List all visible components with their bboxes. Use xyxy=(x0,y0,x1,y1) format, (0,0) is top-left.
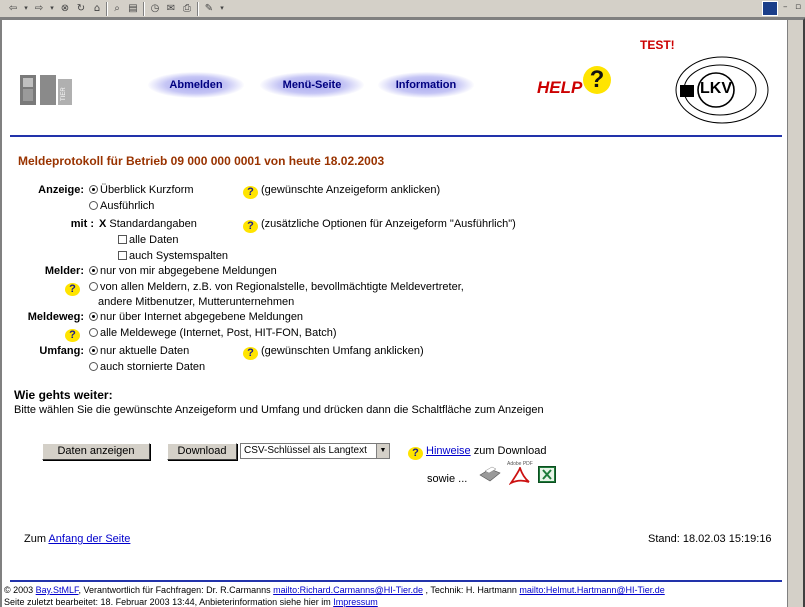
lkv-text: LKV xyxy=(700,80,732,97)
printer-icon[interactable] xyxy=(478,463,502,485)
footer-divider xyxy=(10,580,782,582)
browser-toolbar: ⇦ ▾ ⇨ ▾ ⊗ ↻ ⌂ ⌕ ▤ ◷ ✉ ⎙ ✎ ▾ – ▫ xyxy=(0,0,805,18)
meldeweg-help[interactable]: ? xyxy=(65,327,83,342)
melder-help[interactable]: ? xyxy=(65,281,83,296)
meldeweg-option-alle[interactable]: alle Meldewege (Internet, Post, HIT-FON,… xyxy=(89,327,337,339)
forward-dropdown-icon[interactable]: ▾ xyxy=(48,2,56,15)
scrollbar[interactable] xyxy=(787,20,803,607)
minimize-icon[interactable]: – xyxy=(783,2,788,12)
edit-icon[interactable]: ✎ xyxy=(202,2,216,15)
melder-label: Melder: xyxy=(44,265,84,277)
help-question-icon[interactable]: ? xyxy=(243,186,258,199)
anzeige-hint: ? (gewünschte Anzeigeform anklicken) xyxy=(243,184,440,199)
footer-line-2: Seite zuletzt bearbeitet: 18. Februar 20… xyxy=(4,597,378,607)
refresh-icon[interactable]: ↻ xyxy=(74,2,88,15)
information-button[interactable]: Information xyxy=(378,72,474,98)
daten-anzeigen-button[interactable]: Daten anzeigen xyxy=(42,443,150,460)
mail-carmanns-link[interactable]: mailto:Richard.Carmanns@HI-Tier.de xyxy=(273,585,423,595)
umfang-radio-storniert[interactable] xyxy=(89,362,98,371)
meldeweg-label: Meldeweg: xyxy=(27,311,84,323)
svg-text:TIER: TIER xyxy=(61,87,67,101)
header-divider xyxy=(10,135,782,137)
lkv-logo: LKV xyxy=(670,52,772,126)
option-alle-daten[interactable]: alle Daten xyxy=(118,234,179,246)
mit-label: mit : xyxy=(70,218,94,230)
melder-radio-mir[interactable] xyxy=(89,266,98,275)
meldeweg-radio-alle[interactable] xyxy=(89,328,98,337)
help-logo[interactable]: HELP ? xyxy=(537,66,611,98)
help-question-icon: ? xyxy=(583,66,611,94)
meldeweg-radio-internet[interactable] xyxy=(89,312,98,321)
history-icon[interactable]: ◷ xyxy=(148,2,162,15)
hit-logo: TIER xyxy=(20,67,74,107)
page-title: Meldeprotokoll für Betrieb 09 000 000 00… xyxy=(18,154,385,168)
stand-timestamp: Stand: 18.02.03 15:19:16 xyxy=(648,533,772,545)
anzeige-option-kurzform[interactable]: Überblick Kurzform xyxy=(89,184,194,196)
chevron-down-icon[interactable]: ▼ xyxy=(376,444,389,458)
help-text: HELP xyxy=(537,78,583,97)
help-question-icon[interactable]: ? xyxy=(243,220,258,233)
edit-dropdown-icon[interactable]: ▾ xyxy=(218,2,226,15)
footer-line-1: © 2003 Bay.StMLF, Verantwortlich für Fac… xyxy=(4,585,665,595)
back-arrow-icon[interactable]: ⇦ xyxy=(6,2,20,15)
impressum-link[interactable]: Impressum xyxy=(333,597,378,607)
melder-radio-alle[interactable] xyxy=(89,282,98,291)
anzeige-option-ausfuehrlich[interactable]: Ausführlich xyxy=(89,200,154,212)
meldeweg-option-internet[interactable]: nur über Internet abgegebene Meldungen xyxy=(89,311,303,323)
bay-stmlf-link[interactable]: Bay.StMLF xyxy=(36,585,79,595)
anzeige-radio-kurzform[interactable] xyxy=(89,185,98,194)
format-select[interactable]: CSV-Schlüssel als Langtext ▼ xyxy=(240,443,390,459)
umfang-hint: ? (gewünschten Umfang anklicken) xyxy=(243,345,424,360)
sowie-text: sowie ... xyxy=(427,473,468,485)
hinweise-link[interactable]: Hinweise xyxy=(426,445,471,457)
back-dropdown-icon[interactable]: ▾ xyxy=(22,2,30,15)
anzeige-radio-ausfuehrlich[interactable] xyxy=(89,201,98,210)
melder-option-alle-cont: andere Mitbenutzer, Mutterunternehmen xyxy=(98,296,295,308)
option-systemspalten[interactable]: auch Systemspalten xyxy=(118,250,228,262)
search-icon[interactable]: ⌕ xyxy=(110,2,124,15)
excel-icon[interactable] xyxy=(538,466,556,483)
anzeige-label: Anzeige: xyxy=(38,184,84,196)
print-icon[interactable]: ⎙ xyxy=(180,2,194,15)
umfang-option-aktuell[interactable]: nur aktuelle Daten xyxy=(89,345,189,357)
mail-hartmann-link[interactable]: mailto:Helmut.Hartmann@HI-Tier.de xyxy=(519,585,664,595)
next-heading: Wie gehts weiter: xyxy=(14,388,113,402)
hinweise-row: ? Hinweise zum Download xyxy=(408,445,546,460)
favorites-icon[interactable]: ▤ xyxy=(126,2,140,15)
help-question-icon[interactable]: ? xyxy=(65,329,80,342)
next-text: Bitte wählen Sie die gewünschte Anzeigef… xyxy=(14,404,544,416)
abmelden-button[interactable]: Abmelden xyxy=(148,72,244,98)
top-link-row: Zum Anfang der Seite xyxy=(24,533,131,545)
windows-logo-icon xyxy=(762,1,778,16)
restore-icon[interactable]: ▫ xyxy=(795,2,801,12)
menu-seite-button[interactable]: Menü-Seite xyxy=(260,72,364,98)
pdf-icon[interactable]: Adobe PDF xyxy=(507,461,533,485)
hit-logo-icon: TIER xyxy=(20,75,72,105)
help-question-icon[interactable]: ? xyxy=(65,283,80,296)
alle-daten-checkbox[interactable] xyxy=(118,235,127,244)
test-label: TEST! xyxy=(640,38,675,52)
stop-icon[interactable]: ⊗ xyxy=(58,2,72,15)
systemspalten-checkbox[interactable] xyxy=(118,251,127,260)
melder-option-alle[interactable]: von allen Meldern, z.B. von Regionalstel… xyxy=(89,281,464,293)
anfang-der-seite-link[interactable]: Anfang der Seite xyxy=(48,533,130,545)
download-button[interactable]: Download xyxy=(167,443,237,460)
forward-arrow-icon[interactable]: ⇨ xyxy=(32,2,46,15)
melder-option-mir[interactable]: nur von mir abgegebene Meldungen xyxy=(89,265,277,277)
umfang-label: Umfang: xyxy=(39,345,84,357)
home-icon[interactable]: ⌂ xyxy=(90,2,104,15)
umfang-option-storniert[interactable]: auch stornierte Daten xyxy=(89,361,205,373)
mit-hint: ? (zusätzliche Optionen für Anzeigeform "… xyxy=(243,218,516,233)
mit-standard: X Standardangaben xyxy=(99,218,197,230)
umfang-radio-aktuell[interactable] xyxy=(89,346,98,355)
help-question-icon[interactable]: ? xyxy=(243,347,258,360)
help-question-icon[interactable]: ? xyxy=(408,447,423,460)
mail-icon[interactable]: ✉ xyxy=(164,2,178,15)
